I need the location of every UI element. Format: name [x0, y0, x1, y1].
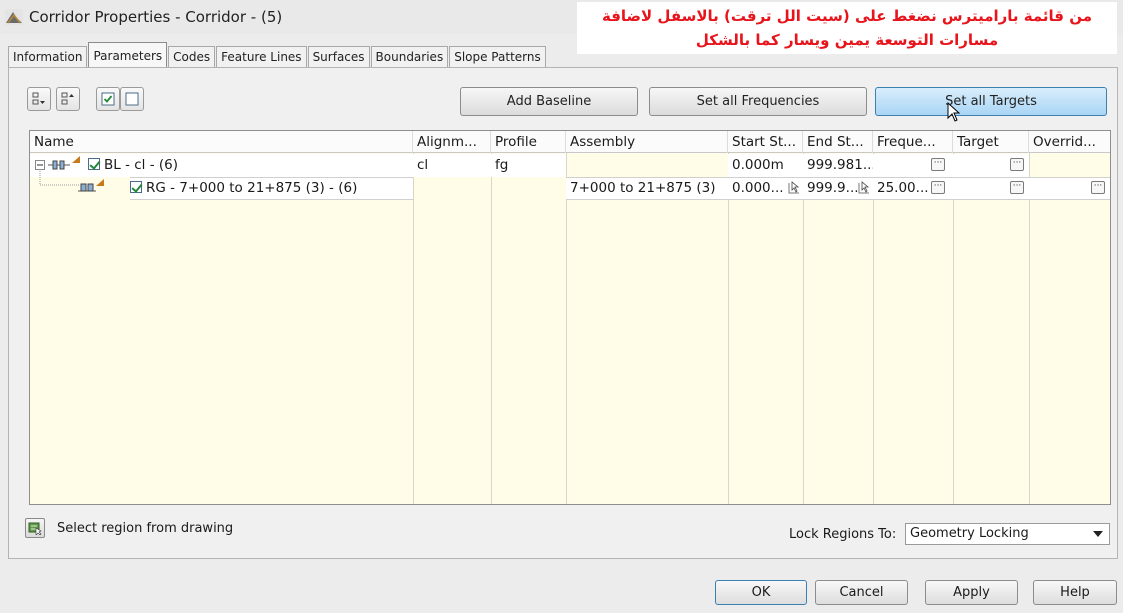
window-title: Corridor Properties - Corridor - (5) [29, 8, 283, 26]
region-frequency-ellipsis-button[interactable]: ··· [931, 181, 945, 194]
set-all-frequencies-button[interactable]: Set all Frequencies [649, 87, 867, 116]
lock-regions-select[interactable]: Geometry Locking [905, 523, 1110, 545]
lock-regions-value: Geometry Locking [910, 526, 1029, 541]
region-target-ellipsis-button[interactable]: ··· [1010, 181, 1024, 194]
add-baseline-button[interactable]: Add Baseline [460, 87, 638, 116]
table-row-baseline[interactable]: BL - cl - (6) cl fg 0.000m 999.981... ··… [30, 154, 1110, 177]
edit-flag-icon [96, 179, 104, 186]
collapse-tree-icon [32, 92, 45, 105]
baseline-region-grid: Name Alignm... Profile Assembly Start St… [29, 130, 1111, 505]
annotation-line-1: من قائمة باراميترس نضغط على (سيت الل ترق… [602, 7, 1092, 25]
column-divider [413, 153, 414, 504]
help-button[interactable]: Help [1033, 580, 1117, 605]
column-divider [873, 153, 874, 504]
baseline-target-ellipsis-button[interactable]: ··· [1010, 158, 1024, 171]
property-tabs: Information Parameters Codes Feature Lin… [8, 42, 547, 68]
parameters-panel: Add Baseline Set all Frequencies Set all… [8, 67, 1118, 559]
check-all-button[interactable] [96, 87, 120, 111]
baseline-frequency-ellipsis-button[interactable]: ··· [931, 158, 945, 171]
baseline-checkbox-wrapper[interactable]: BL - cl - (6) [88, 157, 178, 173]
column-header-override[interactable]: Overrid... [1029, 131, 1110, 153]
corridor-app-icon [5, 9, 23, 25]
tab-slope-patterns[interactable]: Slope Patterns [449, 46, 546, 68]
select-region-button[interactable] [25, 518, 45, 538]
tab-boundaries[interactable]: Boundaries [370, 46, 449, 68]
grid-header: Name Alignm... Profile Assembly Start St… [30, 131, 1110, 153]
pick-station-icon[interactable] [857, 181, 871, 195]
region-start-station-cell[interactable]: 0.000... [728, 177, 788, 200]
column-header-target[interactable]: Target [953, 131, 1029, 153]
lock-regions-label: Lock Regions To: [789, 527, 897, 542]
column-header-name[interactable]: Name [30, 131, 413, 153]
baseline-checkbox[interactable] [88, 158, 100, 170]
empty-box-icon [125, 92, 139, 106]
set-all-targets-button[interactable]: Set all Targets [875, 87, 1107, 116]
tab-information[interactable]: Information [8, 46, 88, 68]
region-assembly-cell[interactable]: 7+000 to 21+875 (3) [566, 177, 728, 200]
column-header-start-station[interactable]: Start St... [728, 131, 803, 153]
column-header-assembly[interactable]: Assembly [566, 131, 728, 153]
pick-station-icon[interactable] [787, 181, 801, 195]
column-header-alignment[interactable]: Alignm... [413, 131, 491, 153]
column-divider [1029, 153, 1030, 504]
baseline-alignment-cell[interactable]: cl [413, 154, 491, 177]
table-row-region[interactable]: RG - 7+000 to 21+875 (3) - (6) 7+000 to … [30, 171, 1110, 200]
tab-surfaces[interactable]: Surfaces [307, 46, 370, 68]
ok-button[interactable]: OK [715, 580, 807, 605]
baseline-end-station-cell[interactable]: 999.981... [803, 154, 873, 177]
column-divider [491, 153, 492, 504]
tutorial-annotation: من قائمة باراميترس نضغط على (سيت الل ترق… [577, 2, 1117, 54]
region-end-station-cell[interactable]: 999.9... [803, 177, 858, 200]
collapse-all-button[interactable] [27, 87, 51, 111]
tree-branch-line [39, 171, 79, 186]
baseline-start-station-cell[interactable]: 0.000m [728, 154, 803, 177]
tab-feature-lines[interactable]: Feature Lines [216, 46, 307, 68]
edit-flag-icon [72, 156, 80, 163]
region-checkbox[interactable] [130, 181, 142, 193]
region-name: RG - 7+000 to 21+875 (3) - (6) [146, 180, 358, 196]
column-header-profile[interactable]: Profile [491, 131, 566, 153]
region-frequency-cell[interactable]: 25.00... [873, 177, 931, 200]
tab-codes[interactable]: Codes [168, 46, 216, 68]
expand-all-button[interactable] [56, 87, 80, 111]
cancel-button[interactable]: Cancel [815, 580, 908, 605]
region-icon [78, 183, 96, 192]
column-header-end-station[interactable]: End St... [803, 131, 873, 153]
tree-collapse-icon[interactable] [35, 160, 45, 170]
baseline-profile-cell[interactable]: fg [491, 154, 566, 177]
region-override-ellipsis-button[interactable]: ··· [1091, 181, 1105, 194]
expand-tree-icon [61, 92, 74, 105]
column-divider [728, 153, 729, 504]
region-name-cell: RG - 7+000 to 21+875 (3) - (6) [126, 177, 413, 200]
tab-parameters[interactable]: Parameters [88, 42, 168, 68]
dropdown-arrow-icon [1093, 531, 1103, 537]
column-divider [803, 153, 804, 504]
annotation-line-2: مسارات التوسعة يمين ويسار كما بالشكل [695, 31, 999, 49]
baseline-name: BL - cl - (6) [104, 157, 178, 173]
checked-box-icon [101, 92, 115, 106]
uncheck-all-button[interactable] [120, 87, 144, 111]
baseline-icon [48, 160, 70, 170]
baseline-name-cell: BL - cl - (6) [30, 154, 413, 177]
select-region-icon [28, 522, 42, 535]
column-header-frequency[interactable]: Freque... [873, 131, 953, 153]
column-divider [953, 153, 954, 504]
apply-button[interactable]: Apply [925, 580, 1018, 605]
mouse-cursor-icon [947, 102, 961, 122]
column-divider [566, 153, 567, 504]
select-region-label[interactable]: Select region from drawing [57, 521, 233, 536]
